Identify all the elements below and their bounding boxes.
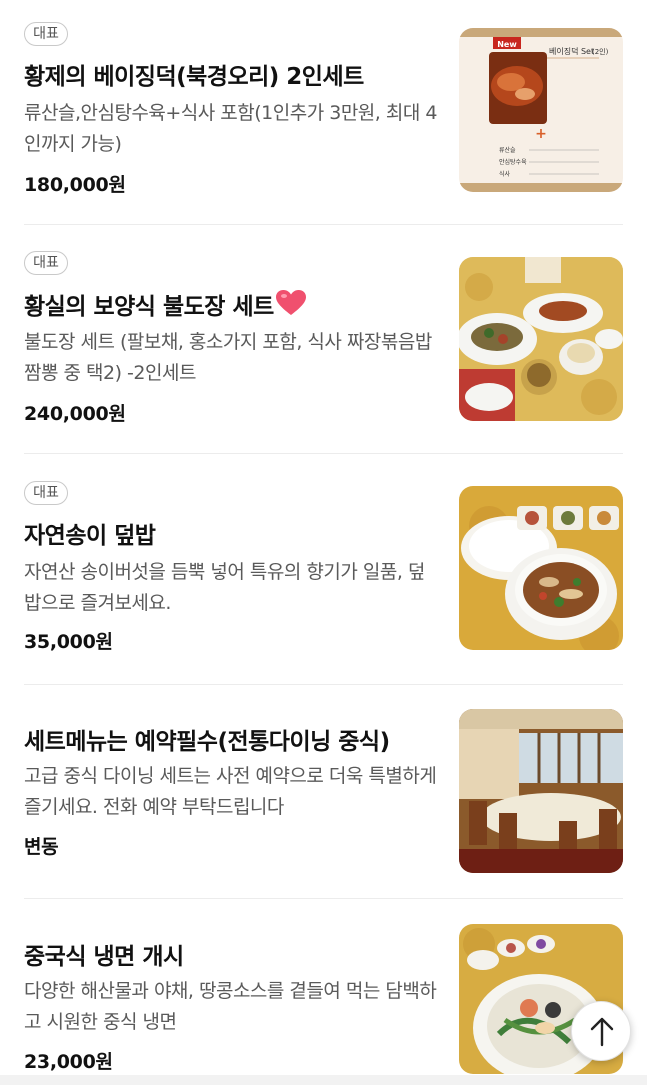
arrow-up-icon	[590, 1017, 614, 1047]
menu-item-price: 23,000원	[24, 1051, 113, 1073]
new-tag: New	[497, 40, 517, 49]
menu-item-description: 고급 중식 다이닝 세트는 사전 예약으로 더욱 특별하게 즐기세요. 전화 예…	[24, 765, 437, 818]
signature-badge: 대표	[24, 481, 68, 505]
svg-text:+: +	[535, 126, 547, 142]
menu-item-description: 자연산 송이버섯을 듬뿍 넣어 특유의 향기가 일품, 덮밥으로 즐겨보세요.	[24, 561, 425, 614]
menu-item-name: 황제의 베이징덕(북경오리) 2인세트	[24, 64, 364, 90]
menu-item-name: 황실의 보양식 불도장 세트	[24, 287, 306, 322]
divider	[24, 684, 623, 685]
menu-item[interactable]: 대표 황실의 보양식 불도장 세트 불도장 세트 (팔보채, 홍소가지 포함, …	[24, 251, 624, 431]
menu-item-name: 세트메뉴는 예약필수(전통다이닝 중식)	[24, 729, 390, 755]
scroll-to-top-button[interactable]	[571, 1001, 631, 1061]
menu-item[interactable]: 세트메뉴는 예약필수(전통다이닝 중식) 고급 중식 다이닝 세트는 사전 예약…	[24, 705, 624, 885]
pine-mushroom-rice-bowl-photo[interactable]	[459, 486, 623, 650]
menu-item-name: 자연송이 덮밥	[24, 523, 156, 549]
menu-item[interactable]: 대표 자연송이 덮밥 자연산 송이버섯을 듬뿍 넣어 특유의 향기가 일품, 덮…	[24, 481, 624, 661]
buldojang-set-photo[interactable]	[459, 257, 623, 421]
peking-duck-menu-photo[interactable]: New 베이징덕 Set (2인) + 류산슬 안심탕수육 식사	[459, 28, 623, 192]
menu-item-price: 35,000원	[24, 631, 113, 653]
menu-card-row-2: 안심탕수육	[499, 158, 527, 166]
menu-card-title-sub: (2인)	[592, 47, 609, 56]
dining-room-photo[interactable]	[459, 709, 623, 873]
menu-item-price: 180,000원	[24, 174, 126, 196]
menu-card-row-3: 식사	[499, 170, 511, 178]
heart-icon	[275, 290, 306, 322]
bottom-edge	[0, 1075, 647, 1085]
menu-item-name-text: 황실의 보양식 불도장 세트	[24, 294, 274, 320]
divider	[24, 898, 623, 899]
menu-item[interactable]: 대표 황제의 베이징덕(북경오리) 2인세트 류산슬,안심탕수육+식사 포함(1…	[24, 22, 624, 202]
menu-item-description: 류산슬,안심탕수육+식사 포함(1인추가 3만원, 최대 4인까지 가능)	[24, 102, 437, 155]
menu-item-price: 240,000원	[24, 403, 126, 425]
menu-card-row-1: 류산슬	[499, 146, 516, 154]
menu-item-name: 중국식 냉면 개시	[24, 944, 184, 970]
divider	[24, 224, 623, 225]
menu-item-description: 불도장 세트 (팔보채, 홍소가지 포함, 식사 짜장볶음밥 짬뽕 중 택2) …	[24, 331, 432, 384]
signature-badge: 대표	[24, 22, 68, 46]
signature-badge: 대표	[24, 251, 68, 275]
menu-item-price: 변동	[24, 836, 59, 858]
menu-item[interactable]: 중국식 냉면 개시 다양한 해산물과 야채, 땅콩소스를 곁들여 먹는 담백하고…	[24, 920, 624, 1080]
divider	[24, 453, 623, 454]
menu-card-title: 베이징덕 Set	[549, 46, 594, 56]
menu-item-description: 다양한 해산물과 야채, 땅콩소스를 곁들여 먹는 담백하고 시원한 중식 냉면	[24, 980, 437, 1033]
